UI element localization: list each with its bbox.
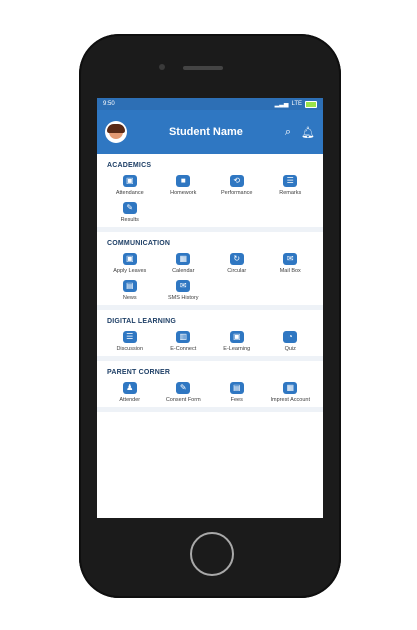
menu-item-apply-leaves[interactable]: ▣ Apply Leaves xyxy=(103,253,157,274)
speaker-grille xyxy=(183,66,223,70)
bell-icon[interactable]: 🔔︎ xyxy=(301,126,315,139)
menu-item-label: Remarks xyxy=(279,190,302,196)
menu-item-label: Mail Box xyxy=(279,268,301,274)
menu-item-attender[interactable]: ♟ Attender xyxy=(103,382,157,403)
section-title: ACADEMICS xyxy=(107,162,152,169)
status-bar: 9:50 ▂▃▅ LTE xyxy=(97,98,323,110)
menu-item-e-connect[interactable]: ▥ E-Connect xyxy=(157,331,211,352)
calendar-icon: ▦ xyxy=(176,253,191,265)
menu-item-label: Results xyxy=(120,217,139,223)
front-camera xyxy=(159,64,165,70)
status-right: ▂▃▅ LTE xyxy=(274,100,317,108)
menu-item-calendar[interactable]: ▦ Calendar xyxy=(157,253,211,274)
menu-item-performance[interactable]: ⟲ Performance xyxy=(210,175,264,196)
results-icon: ✎ xyxy=(122,202,137,214)
menu-item-label: Performance xyxy=(221,190,253,196)
menu-item-fees[interactable]: ▤ Fees xyxy=(210,382,264,403)
avatar[interactable] xyxy=(105,121,127,143)
section-title: DIGITAL LEARNING xyxy=(107,318,177,325)
menu-item-label: SMS History xyxy=(167,295,199,301)
menu-item-attendance[interactable]: ▣ Attendance xyxy=(103,175,157,196)
menu-item-homework[interactable]: ■ Homework xyxy=(157,175,211,196)
menu-item-label: Homework xyxy=(170,190,197,196)
discussion-icon: ☰ xyxy=(122,331,137,343)
section-title: COMMUNICATION xyxy=(107,240,171,247)
attender-icon: ♟ xyxy=(122,382,137,394)
menu-item-sms-history[interactable]: ✉ SMS History xyxy=(157,280,211,301)
section-academics: ACADEMICS ▣ Attendance ■ Homework ⟲ Performanc… xyxy=(97,154,323,232)
menu-item-results[interactable]: ✎ Results xyxy=(103,202,157,223)
menu-item-circular[interactable]: ↻ Circular xyxy=(210,253,264,274)
signal-icon: ▂▃▅ xyxy=(274,101,289,108)
section-parent-corner: PARENT CORNER ♟ Attender ✎ Consent Form ▤ Fees… xyxy=(97,361,323,412)
menu-item-e-learning[interactable]: ▣ E-Learning xyxy=(210,331,264,352)
menu-grid: ☰ Discussion ▥ E-Connect ▣ E-Learning ◔ Quiz xyxy=(103,331,317,352)
menu-item-quiz[interactable]: ◔ Quiz xyxy=(264,331,318,352)
battery-icon xyxy=(305,100,317,108)
menu-item-label: Apply Leaves xyxy=(113,268,147,274)
elearning-icon: ▣ xyxy=(229,331,244,343)
section-title: PARENT CORNER xyxy=(107,369,171,376)
menu-item-label: Discussion xyxy=(116,346,144,352)
menu-item-label: Fees xyxy=(230,397,243,403)
menu-item-label: Imprest Account xyxy=(270,397,310,403)
menu-item-news[interactable]: ▤ News xyxy=(103,280,157,301)
home-button[interactable] xyxy=(190,532,234,576)
network-label: LTE xyxy=(291,101,302,107)
phone-frame: 9:50 ▂▃▅ LTE Student Name ⌕ 🔔︎ ACADEMICS… xyxy=(79,34,341,598)
mailbox-icon: ✉ xyxy=(283,253,298,265)
search-icon[interactable]: ⌕ xyxy=(285,126,291,139)
menu-item-remarks[interactable]: ☰ Remarks xyxy=(264,175,318,196)
menu-grid: ♟ Attender ✎ Consent Form ▤ Fees ▦ Imprest Acco… xyxy=(103,382,317,403)
menu-item-consent-form[interactable]: ✎ Consent Form xyxy=(157,382,211,403)
student-name: Student Name xyxy=(168,126,243,138)
apply-leaves-icon: ▣ xyxy=(122,253,137,265)
stage: 9:50 ▂▃▅ LTE Student Name ⌕ 🔔︎ ACADEMICS… xyxy=(0,0,417,630)
circular-icon: ↻ xyxy=(229,253,244,265)
menu-item-label: E-Connect xyxy=(170,346,197,352)
remarks-icon: ☰ xyxy=(283,175,298,187)
performance-icon: ⟲ xyxy=(229,175,244,187)
status-time: 9:50 xyxy=(103,101,115,107)
section-communication: COMMUNICATION ▣ Apply Leaves ▦ Calendar ↻ Circ… xyxy=(97,232,323,310)
menu-grid: ▣ Attendance ■ Homework ⟲ Performance ☰ Remarks… xyxy=(103,175,317,223)
avatar-hair xyxy=(107,124,125,133)
header-actions: ⌕ 🔔︎ xyxy=(285,126,315,139)
menu-item-label: Attendance xyxy=(115,190,144,196)
menu-item-label: Quiz xyxy=(284,346,296,352)
menu-sections: ACADEMICS ▣ Attendance ■ Homework ⟲ Performanc… xyxy=(97,154,323,412)
attendance-icon: ▣ xyxy=(122,175,137,187)
menu-item-imprest-account[interactable]: ▦ Imprest Account xyxy=(264,382,318,403)
quiz-icon: ◔ xyxy=(283,331,298,343)
menu-item-label: Consent Form xyxy=(165,397,201,403)
news-icon: ▤ xyxy=(122,280,137,292)
econnect-icon: ▥ xyxy=(176,331,191,343)
menu-item-label: Circular xyxy=(227,268,247,274)
menu-item-label: Attender xyxy=(119,397,141,403)
fees-icon: ▤ xyxy=(229,382,244,394)
menu-item-label: Calendar xyxy=(172,268,195,274)
app-screen: 9:50 ▂▃▅ LTE Student Name ⌕ 🔔︎ ACADEMICS… xyxy=(97,98,323,518)
menu-item-label: News xyxy=(122,295,137,301)
menu-item-label: E-Learning xyxy=(223,346,251,352)
consent-form-icon: ✎ xyxy=(176,382,191,394)
imprest-account-icon: ▦ xyxy=(283,382,298,394)
section-digital-learning: DIGITAL LEARNING ☰ Discussion ▥ E-Connect ▣ E-… xyxy=(97,310,323,361)
menu-grid: ▣ Apply Leaves ▦ Calendar ↻ Circular ✉ Mail Box… xyxy=(103,253,317,301)
homework-icon: ■ xyxy=(176,175,191,187)
sms-history-icon: ✉ xyxy=(176,280,191,292)
app-header: Student Name ⌕ 🔔︎ xyxy=(97,110,323,154)
menu-item-mail-box[interactable]: ✉ Mail Box xyxy=(264,253,318,274)
menu-item-discussion[interactable]: ☰ Discussion xyxy=(103,331,157,352)
